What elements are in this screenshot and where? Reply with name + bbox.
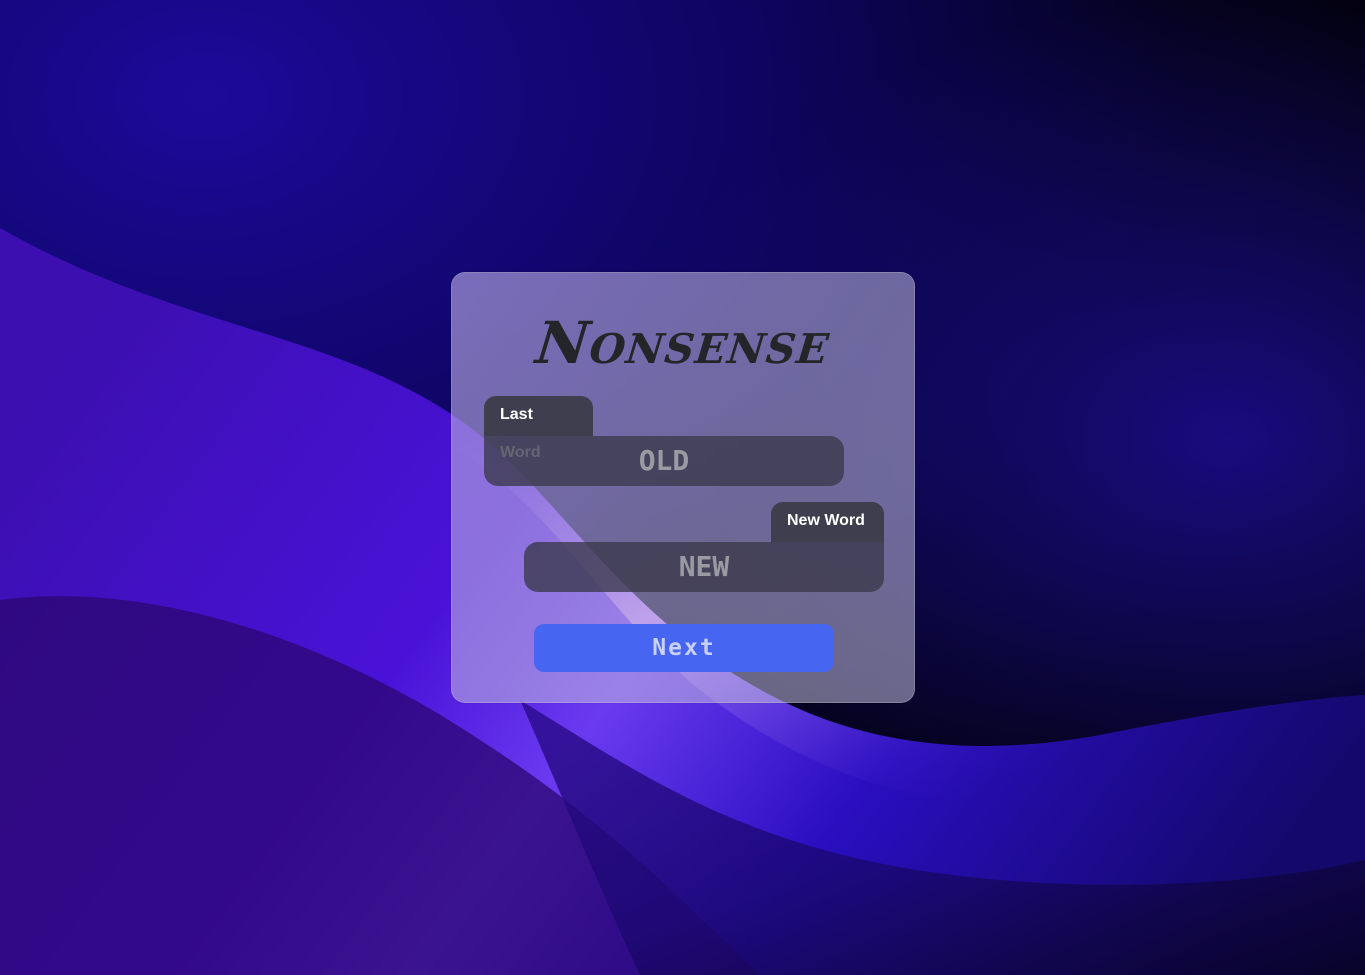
last-word-label: Last Word (484, 396, 593, 461)
new-word-label: New Word (771, 502, 884, 542)
new-word-input[interactable]: NEW (524, 542, 884, 592)
last-word-display: OLD (484, 436, 844, 486)
app-title: Nonsense (532, 309, 834, 377)
game-card: Nonsense Last Word OLD New Word NEW Next (451, 272, 915, 703)
next-button[interactable]: Next (534, 624, 834, 672)
